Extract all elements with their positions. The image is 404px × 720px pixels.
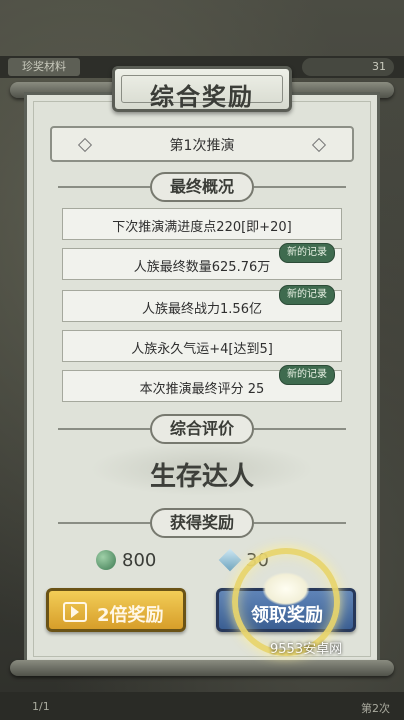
jade-coin-icon	[96, 550, 116, 570]
new-record-badge: 新的记录	[279, 285, 335, 305]
round-banner: 第1次推演	[50, 126, 354, 162]
section-rewards: 获得奖励	[0, 508, 404, 538]
background-tag: 珍奖材料	[8, 58, 80, 76]
divider-line	[58, 186, 150, 188]
divider-line	[58, 522, 150, 524]
section-title: 获得奖励	[150, 508, 254, 538]
stat-row: 人族最终战力1.56亿 新的记录	[62, 285, 342, 322]
background-count: 31	[302, 58, 394, 76]
video-play-icon	[63, 602, 87, 622]
section-overall-rating: 综合评价	[0, 414, 404, 444]
reward-amount: 800	[122, 550, 157, 571]
section-title: 综合评价	[150, 414, 254, 444]
page-indicator: 1/1	[32, 700, 50, 713]
stat-text: 人族永久气运+4[达到5]	[131, 342, 273, 357]
divider-line	[58, 428, 150, 430]
divider-line	[254, 522, 346, 524]
stat-text: 下次推演满进度点220[即+20]	[112, 220, 292, 235]
scroll-rod-bottom	[10, 660, 394, 676]
rating-verdict: 生存达人	[149, 462, 254, 492]
dialog-title: 综合奖励	[150, 83, 254, 111]
stat-row: 人族最终数量625.76万 新的记录	[62, 243, 342, 280]
section-final-status: 最终概况	[0, 172, 404, 202]
stat-row: 本次推演最终评分 25 新的记录	[62, 365, 342, 402]
divider-line	[254, 428, 346, 430]
dialog-title-plaque: 综合奖励	[112, 66, 292, 112]
button-label: 2倍奖励	[97, 605, 164, 626]
round-label: 第1次推演	[169, 138, 235, 154]
new-record-badge: 新的记录	[279, 365, 335, 385]
crystal-icon	[218, 548, 242, 572]
new-record-badge: 新的记录	[279, 243, 335, 263]
divider-line	[254, 186, 346, 188]
watermark: 9553安卓网	[270, 642, 343, 657]
times-indicator: 第2次	[361, 702, 390, 715]
background-bottom-bar	[0, 692, 404, 720]
double-reward-button[interactable]: 2倍奖励	[46, 588, 186, 632]
reward-item: 800	[96, 548, 186, 574]
section-title: 最终概况	[150, 172, 254, 202]
stat-row: 下次推演满进度点220[即+20]	[62, 208, 342, 240]
stat-row: 人族永久气运+4[达到5]	[62, 330, 342, 362]
